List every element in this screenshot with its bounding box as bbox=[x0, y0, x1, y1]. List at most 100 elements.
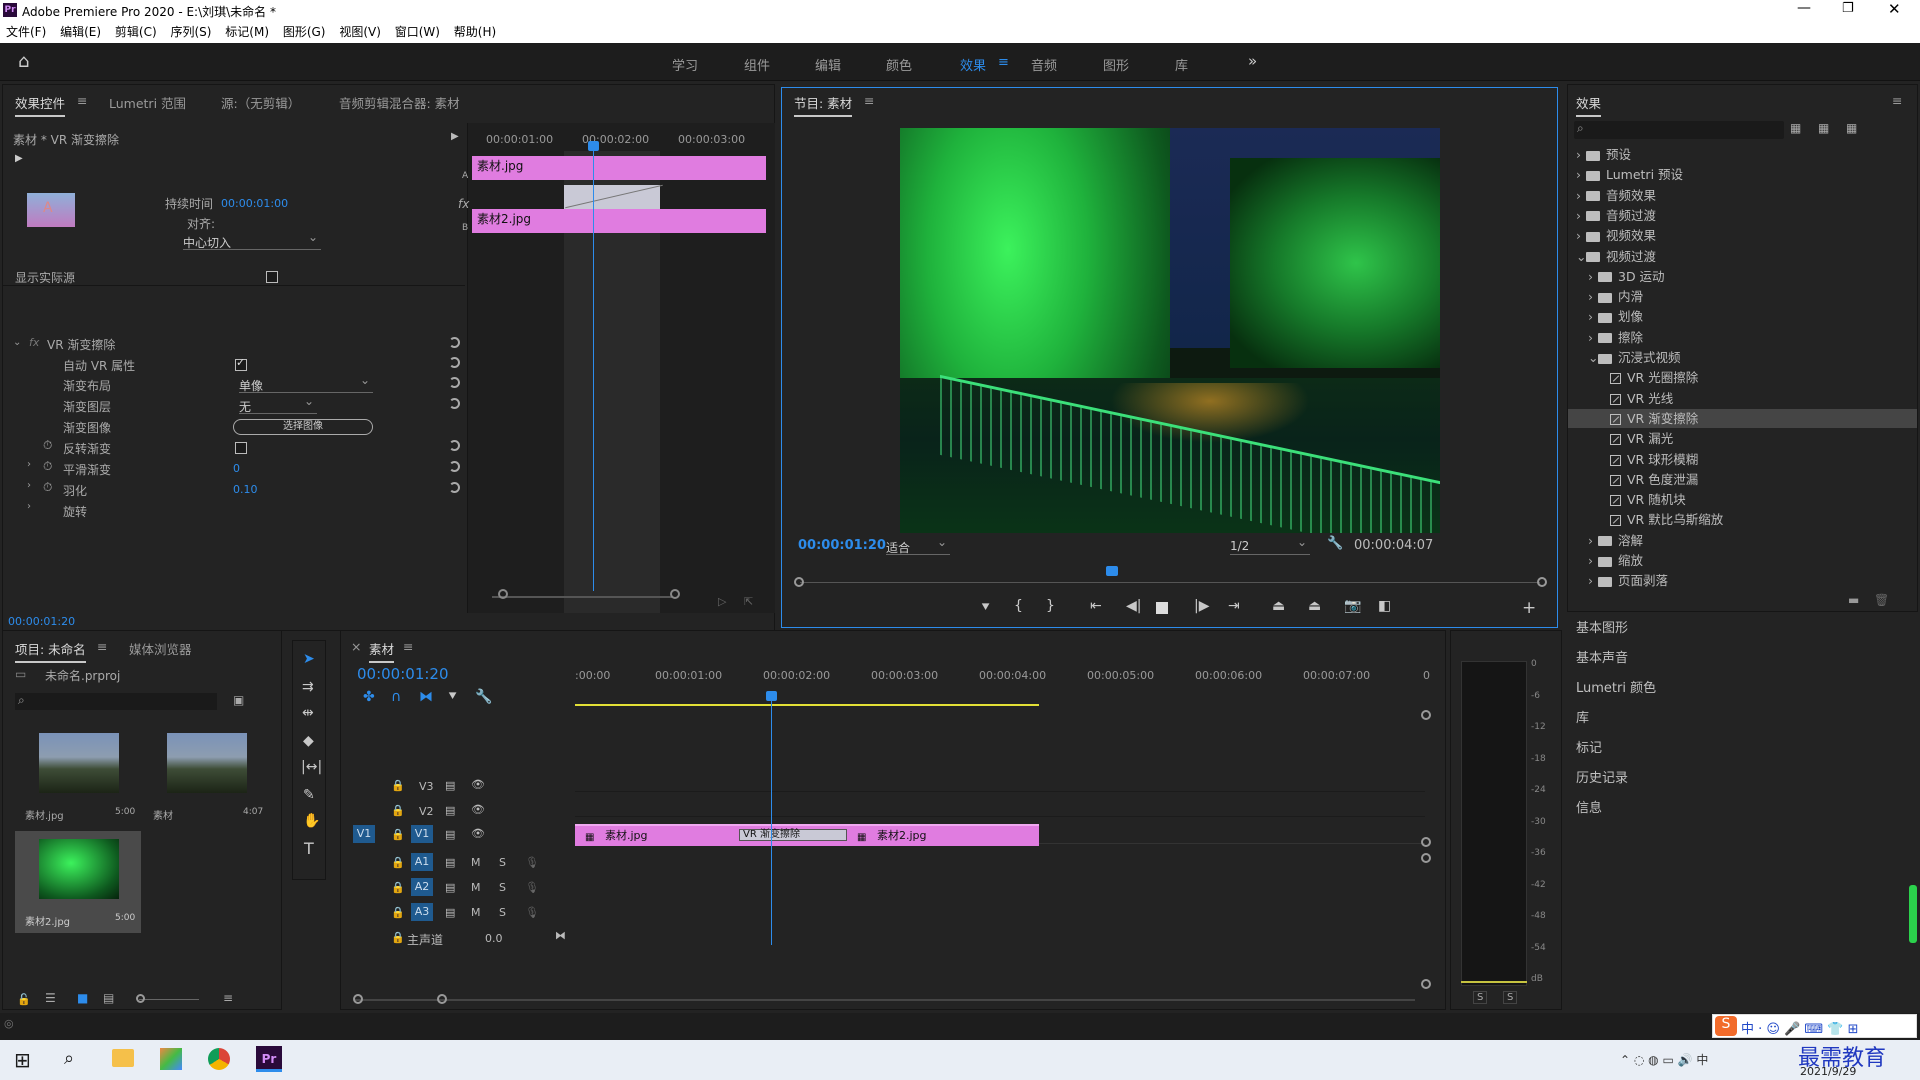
effect-folder[interactable]: › 音频过渡 bbox=[1568, 206, 1917, 225]
v1-eye-icon[interactable]: 👁 bbox=[471, 827, 485, 840]
show-source-checkbox[interactable] bbox=[266, 271, 278, 283]
effect-item[interactable]: VR 球形模糊 bbox=[1568, 450, 1917, 469]
sort-icon[interactable]: ≡ bbox=[223, 991, 233, 1005]
ec-scroll-handle-right[interactable] bbox=[670, 589, 680, 599]
panel-libraries[interactable]: 库 bbox=[1576, 707, 1589, 726]
system-tray-icons[interactable]: ⌃ ◌ ◍ ▭ 🔊 中 bbox=[1620, 1051, 1708, 1068]
effect-folder[interactable]: › 音频效果 bbox=[1568, 186, 1917, 205]
scrubber-start-handle[interactable] bbox=[794, 577, 804, 587]
a2-solo[interactable]: S bbox=[499, 881, 506, 894]
hscroll-handle-right[interactable] bbox=[437, 994, 447, 1004]
ws-effects[interactable]: 效果 bbox=[960, 55, 986, 74]
rotate-expand-icon[interactable]: › bbox=[27, 501, 31, 512]
compare-view-icon[interactable]: ◧ bbox=[1378, 598, 1391, 614]
a2-mic-icon[interactable]: 🎙 bbox=[525, 881, 539, 894]
vertical-scroll-handle[interactable] bbox=[1421, 853, 1431, 863]
zoom-slider[interactable] bbox=[139, 999, 199, 1000]
tab-program[interactable]: 节目: 素材 bbox=[794, 93, 853, 117]
a1-target-button[interactable]: A1 bbox=[411, 853, 433, 871]
chevron-right-icon[interactable]: › bbox=[1576, 165, 1586, 184]
32bit-effects-icon[interactable]: ▦ bbox=[1818, 121, 1829, 135]
menu-file[interactable]: 文件(F) bbox=[6, 21, 46, 43]
tab-lumetri-scopes[interactable]: Lumetri 范围 bbox=[109, 93, 186, 112]
ws-effects-menu-icon[interactable]: ≡ bbox=[998, 55, 1009, 70]
reset-layout-icon[interactable] bbox=[449, 377, 460, 388]
align-dropdown[interactable]: 中心切入 bbox=[183, 230, 321, 250]
menu-marker[interactable]: 标记(M) bbox=[225, 21, 269, 43]
panel-lumetri-color[interactable]: Lumetri 颜色 bbox=[1576, 677, 1656, 696]
smooth-value[interactable]: 0 bbox=[233, 462, 240, 475]
feather-expand-icon[interactable]: › bbox=[27, 480, 31, 491]
ws-graphics[interactable]: 图形 bbox=[1103, 55, 1129, 74]
chevron-right-icon[interactable]: › bbox=[1576, 206, 1586, 225]
a2-lock-icon[interactable]: 🔒 bbox=[391, 881, 405, 894]
feather-value[interactable]: 0.10 bbox=[233, 483, 258, 496]
slip-tool-icon[interactable]: |↔| bbox=[301, 759, 322, 775]
a3-solo[interactable]: S bbox=[499, 906, 506, 919]
list-view-icon[interactable]: ☰ bbox=[45, 991, 56, 1005]
ec-timecode[interactable]: 00:00:01:20 bbox=[8, 615, 75, 628]
project-search-input[interactable]: ⌕ bbox=[15, 693, 217, 710]
a2-sync-icon[interactable]: ▤ bbox=[445, 881, 455, 894]
smooth-stopwatch-icon[interactable]: ⏱ bbox=[43, 459, 52, 474]
more-workspaces-icon[interactable]: » bbox=[1248, 52, 1257, 70]
project-menu-icon[interactable]: ≡ bbox=[97, 639, 107, 654]
auto-vr-checkbox[interactable] bbox=[235, 356, 247, 371]
vertical-scroll-handle[interactable] bbox=[1421, 710, 1431, 720]
go-to-in-icon[interactable]: ⇤ bbox=[1090, 598, 1102, 614]
timeline-ruler[interactable]: :00:00 00:00:01:00 00:00:02:00 00:00:03:… bbox=[575, 661, 1437, 691]
chevron-down-icon[interactable]: ⌄ bbox=[1588, 348, 1598, 367]
program-menu-icon[interactable]: ≡ bbox=[864, 93, 874, 108]
panel-info[interactable]: 信息 bbox=[1576, 797, 1602, 816]
go-to-out-icon[interactable]: ⇥ bbox=[1228, 598, 1240, 614]
ec-clip-a[interactable]: 素材.jpg bbox=[472, 156, 766, 180]
tab-menu-icon[interactable]: ≡ bbox=[77, 93, 87, 108]
file-explorer-icon[interactable] bbox=[112, 1049, 134, 1067]
chevron-right-icon[interactable]: › bbox=[1576, 226, 1586, 245]
a2-mute[interactable]: M bbox=[471, 881, 481, 894]
tab-project[interactable]: 项目: 未命名 bbox=[15, 639, 86, 663]
new-bin-icon[interactable]: ▬ bbox=[1848, 593, 1859, 607]
resolution-dropdown[interactable]: 1/2 bbox=[1230, 535, 1310, 555]
a3-mute[interactable]: M bbox=[471, 906, 481, 919]
panel-essential-graphics[interactable]: 基本图形 bbox=[1576, 617, 1628, 636]
play-transition-icon[interactable]: ▶ bbox=[15, 153, 23, 164]
v3-lock-icon[interactable]: 🔒 bbox=[391, 779, 405, 792]
ec-scroll-handle-left[interactable] bbox=[498, 589, 508, 599]
effect-folder[interactable]: › 擦除 bbox=[1568, 328, 1917, 347]
timeline-timecode[interactable]: 00:00:01:20 bbox=[357, 665, 449, 683]
effect-expand-icon[interactable]: ⌄ bbox=[13, 337, 21, 348]
v2-sync-icon[interactable]: ▤ bbox=[445, 804, 455, 817]
track-select-tool-icon[interactable]: ⇉ bbox=[302, 679, 314, 695]
project-item[interactable]: 素材.jpg 5:00 bbox=[15, 727, 141, 825]
program-playhead[interactable] bbox=[1106, 566, 1118, 576]
search-icon[interactable]: ⌕ bbox=[64, 1048, 74, 1069]
razor-tool-icon[interactable]: ◆ bbox=[303, 733, 314, 749]
v2-eye-icon[interactable]: 👁 bbox=[471, 803, 485, 816]
effect-item[interactable]: VR 漏光 bbox=[1568, 429, 1917, 448]
solo-left-button[interactable]: S bbox=[1473, 991, 1488, 1004]
source-v1-button[interactable]: V1 bbox=[353, 825, 375, 843]
hand-tool-icon[interactable]: ✋ bbox=[303, 813, 320, 829]
smooth-expand-icon[interactable]: › bbox=[27, 459, 31, 470]
zoom-slider-handle[interactable] bbox=[136, 994, 145, 1003]
ws-assembly[interactable]: 组件 bbox=[744, 55, 770, 74]
v1-target-button[interactable]: V1 bbox=[411, 825, 433, 843]
timeline-settings-icon[interactable]: 🔧 bbox=[475, 689, 492, 705]
mark-in-icon[interactable]: { bbox=[1014, 598, 1023, 614]
track-lanes[interactable]: ▦ 素材.jpg ▦ 素材2.jpg VR 渐变擦除 bbox=[575, 771, 1425, 951]
ime-sogou-icon[interactable]: S bbox=[1715, 1016, 1737, 1036]
ws-learn[interactable]: 学习 bbox=[672, 55, 698, 74]
a1-solo[interactable]: S bbox=[499, 856, 506, 869]
feather-stopwatch-icon[interactable]: ⏱ bbox=[43, 480, 52, 495]
menu-window[interactable]: 窗口(W) bbox=[395, 21, 440, 43]
project-item-selected[interactable]: 素材2.jpg 5:00 bbox=[15, 831, 141, 933]
duration-value[interactable]: 00:00:01:00 bbox=[221, 197, 288, 210]
ec-playhead-head[interactable] bbox=[588, 141, 599, 151]
effect-folder[interactable]: › 内滑 bbox=[1568, 287, 1917, 306]
invert-stopwatch-icon[interactable]: ⏱ bbox=[43, 438, 52, 453]
menu-sequence[interactable]: 序列(S) bbox=[170, 21, 211, 43]
effect-folder[interactable]: › 页面剥落 bbox=[1568, 571, 1917, 590]
chevron-right-icon[interactable]: › bbox=[1576, 145, 1586, 164]
menu-view[interactable]: 视图(V) bbox=[339, 21, 381, 43]
